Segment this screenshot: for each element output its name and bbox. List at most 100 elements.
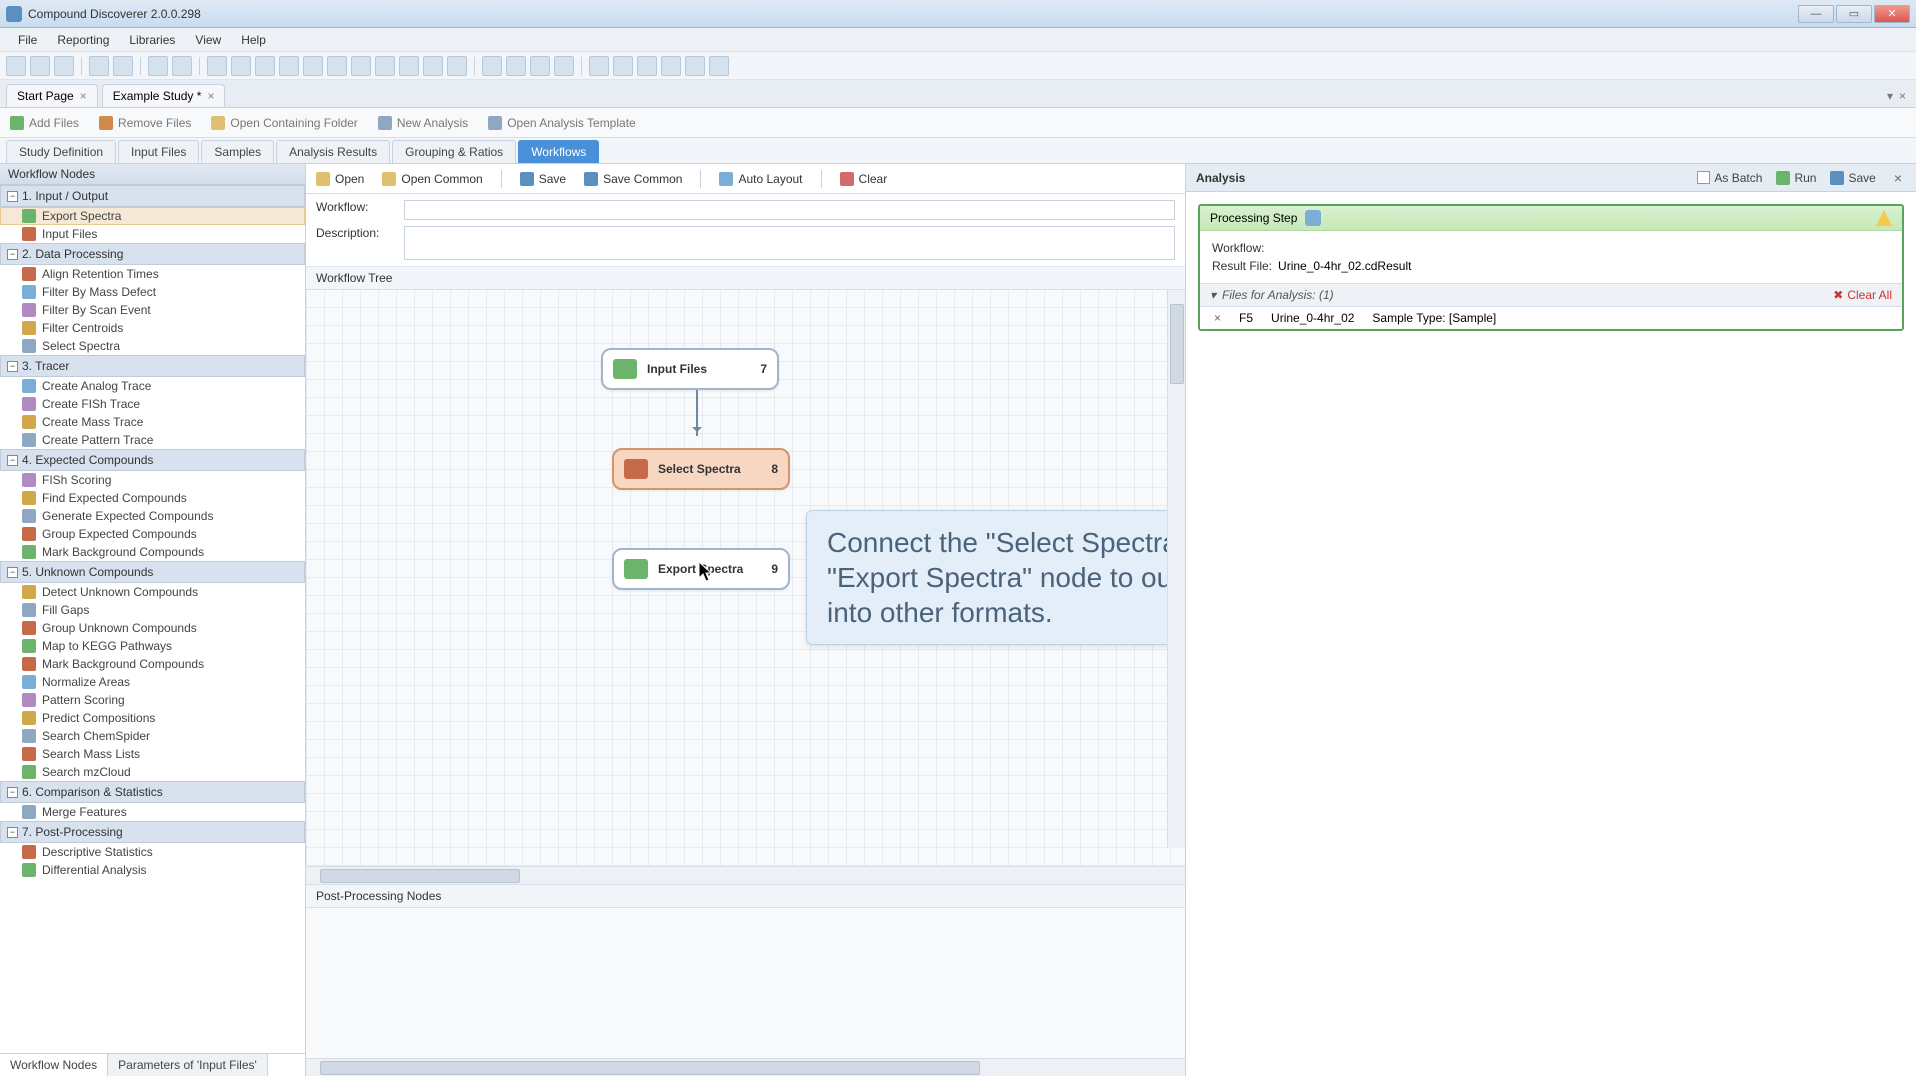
minimize-button[interactable]: — [1798,5,1834,23]
post-processing-area[interactable] [306,908,1185,1058]
auto-layout-button[interactable]: Auto Layout [719,172,802,186]
menu-file[interactable]: File [8,30,47,50]
workflow-node-item[interactable]: Select Spectra [0,337,305,355]
workflow-node-item[interactable]: Differential Analysis [0,861,305,879]
menu-view[interactable]: View [185,30,231,50]
toolbar-button[interactable] [351,56,371,76]
toolbar-button[interactable] [613,56,633,76]
open-folder-button[interactable]: Open Containing Folder [211,116,357,130]
workflow-node-item[interactable]: Create Pattern Trace [0,431,305,449]
toolbar-button[interactable] [172,56,192,76]
clear-all-button[interactable]: ✖Clear All [1833,288,1892,302]
close-button[interactable]: ✕ [1874,5,1910,23]
toolbar-button[interactable] [685,56,705,76]
tab-samples[interactable]: Samples [201,140,274,163]
tab-input-files[interactable]: Input Files [118,140,199,163]
workflow-node-item[interactable]: Align Retention Times [0,265,305,283]
new-analysis-button[interactable]: New Analysis [378,116,468,130]
tab-analysis-results[interactable]: Analysis Results [276,140,390,163]
tabs-dropdown-icon[interactable]: ▾ [1887,89,1893,103]
horizontal-scrollbar[interactable] [306,1058,1185,1076]
workflow-node-item[interactable]: Input Files [0,225,305,243]
toolbar-button[interactable] [6,56,26,76]
workflow-node-item[interactable]: Filter By Mass Defect [0,283,305,301]
toolbar-button[interactable] [327,56,347,76]
scroll-thumb[interactable] [1170,304,1184,384]
workflow-node-item[interactable]: Normalize Areas [0,673,305,691]
clear-button[interactable]: Clear [840,172,888,186]
toolbar-button[interactable] [423,56,443,76]
menu-libraries[interactable]: Libraries [119,30,185,50]
toolbar-button[interactable] [637,56,657,76]
tab-close-icon[interactable]: × [80,89,87,103]
menu-reporting[interactable]: Reporting [47,30,119,50]
node-export-spectra[interactable]: Export Spectra 9 [612,548,790,590]
tabs-close-icon[interactable]: × [1899,89,1906,103]
run-button[interactable]: Run [1776,171,1816,185]
category-header[interactable]: −7. Post-Processing [0,821,305,843]
toolbar-button[interactable] [113,56,133,76]
workflow-node-item[interactable]: Group Unknown Compounds [0,619,305,637]
add-files-button[interactable]: Add Files [10,116,79,130]
workflow-node-item[interactable]: Mark Background Compounds [0,543,305,561]
workflow-node-item[interactable]: Fill Gaps [0,601,305,619]
workflow-node-item[interactable]: Generate Expected Compounds [0,507,305,525]
save-common-button[interactable]: Save Common [584,172,682,186]
workflow-node-item[interactable]: Group Expected Compounds [0,525,305,543]
workflow-node-item[interactable]: Find Expected Compounds [0,489,305,507]
toolbar-button[interactable] [255,56,275,76]
vertical-scrollbar[interactable] [1167,290,1185,848]
toolbar-button[interactable] [554,56,574,76]
close-panel-icon[interactable]: × [1890,170,1906,186]
toolbar-button[interactable] [279,56,299,76]
toolbar-button[interactable] [399,56,419,76]
save-analysis-button[interactable]: Save [1830,171,1875,185]
workflow-node-item[interactable]: Search Mass Lists [0,745,305,763]
tab-study-definition[interactable]: Study Definition [6,140,116,163]
workflow-node-item[interactable]: Filter By Scan Event [0,301,305,319]
workflow-node-item[interactable]: Detect Unknown Compounds [0,583,305,601]
workflow-desc-input[interactable] [404,226,1175,260]
workflow-node-item[interactable]: Search ChemSpider [0,727,305,745]
category-header[interactable]: −4. Expected Compounds [0,449,305,471]
workflow-node-item[interactable]: Mark Background Compounds [0,655,305,673]
workflow-node-item[interactable]: Create Mass Trace [0,413,305,431]
scroll-thumb[interactable] [320,1061,980,1075]
node-input-files[interactable]: Input Files 7 [601,348,779,390]
category-header[interactable]: −1. Input / Output [0,185,305,207]
toolbar-button[interactable] [482,56,502,76]
open-template-button[interactable]: Open Analysis Template [488,116,636,130]
sidebar-tab-nodes[interactable]: Workflow Nodes [0,1054,108,1076]
category-header[interactable]: −2. Data Processing [0,243,305,265]
toolbar-button[interactable] [661,56,681,76]
horizontal-scrollbar[interactable] [306,866,1185,884]
toolbar-button[interactable] [447,56,467,76]
node-select-spectra[interactable]: Select Spectra 8 [612,448,790,490]
workflow-node-item[interactable]: Map to KEGG Pathways [0,637,305,655]
tab-example-study[interactable]: Example Study * × [102,84,226,107]
toolbar-button[interactable] [530,56,550,76]
toolbar-button[interactable] [506,56,526,76]
toolbar-button[interactable] [589,56,609,76]
tab-start-page[interactable]: Start Page × [6,84,98,107]
open-common-button[interactable]: Open Common [382,172,482,186]
workflow-node-item[interactable]: Pattern Scoring [0,691,305,709]
toolbar-button[interactable] [148,56,168,76]
workflow-node-item[interactable]: Search mzCloud [0,763,305,781]
scroll-thumb[interactable] [320,869,520,883]
toolbar-button[interactable] [30,56,50,76]
menu-help[interactable]: Help [231,30,276,50]
processing-step-header[interactable]: Processing Step [1200,206,1902,231]
category-header[interactable]: −5. Unknown Compounds [0,561,305,583]
toolbar-button[interactable] [207,56,227,76]
as-batch-checkbox[interactable]: As Batch [1697,171,1762,185]
workflow-node-item[interactable]: Create Analog Trace [0,377,305,395]
workflow-node-item[interactable]: Merge Features [0,803,305,821]
tab-workflows[interactable]: Workflows [518,140,599,163]
remove-files-button[interactable]: Remove Files [99,116,191,130]
workflow-name-input[interactable] [404,200,1175,220]
tab-close-icon[interactable]: × [207,89,214,103]
open-button[interactable]: Open [316,172,364,186]
toolbar-button[interactable] [709,56,729,76]
sidebar-tab-parameters[interactable]: Parameters of 'Input Files' [108,1054,268,1076]
